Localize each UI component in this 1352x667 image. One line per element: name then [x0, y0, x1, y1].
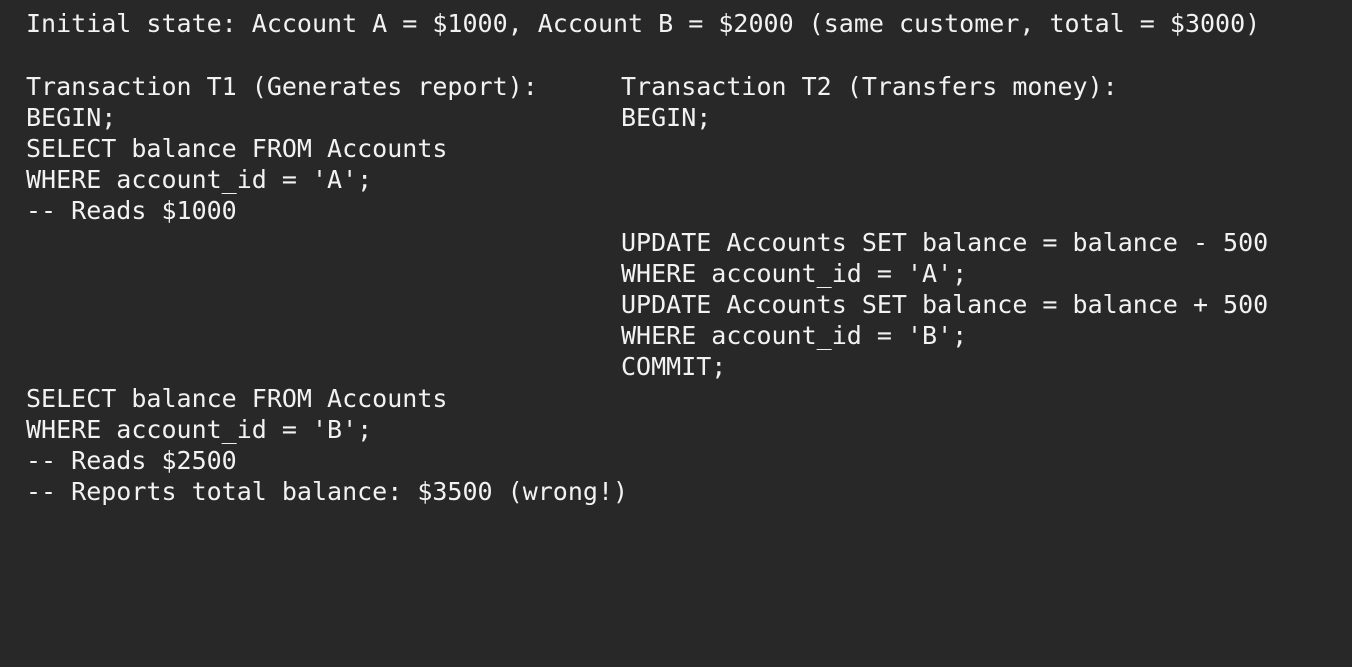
t2-code-line: WHERE account_id = 'A';: [621, 259, 968, 288]
t1-code-line: SELECT balance FROM Accounts: [26, 134, 448, 163]
t2-code-line: UPDATE Accounts SET balance = balance - …: [621, 228, 1269, 257]
t1-code-line: WHERE account_id = 'A';: [26, 165, 373, 194]
t2-code-line: UPDATE Accounts SET balance = balance + …: [621, 290, 1269, 319]
t2-code-line: BEGIN;: [621, 103, 712, 132]
t1-comment-line: -- Reads $1000: [26, 196, 237, 225]
t1-header: Transaction T1 (Generates report):: [26, 72, 538, 101]
t2-code-line: COMMIT;: [621, 352, 727, 381]
t1-code-line: SELECT balance FROM Accounts: [26, 384, 448, 413]
t1-comment-line: -- Reports total balance: $3500 (wrong!): [26, 477, 629, 506]
t1-comment-line: -- Reads $2500: [26, 446, 237, 475]
code-block: Initial state: Account A = $1000, Accoun…: [0, 0, 1352, 516]
t2-code-line: WHERE account_id = 'B';: [621, 321, 968, 350]
initial-state-line: Initial state: Account A = $1000, Accoun…: [26, 9, 1261, 38]
t2-header: Transaction T2 (Transfers money):: [621, 72, 1118, 101]
t1-code-line: WHERE account_id = 'B';: [26, 415, 373, 444]
t1-code-line: BEGIN;: [26, 103, 117, 132]
